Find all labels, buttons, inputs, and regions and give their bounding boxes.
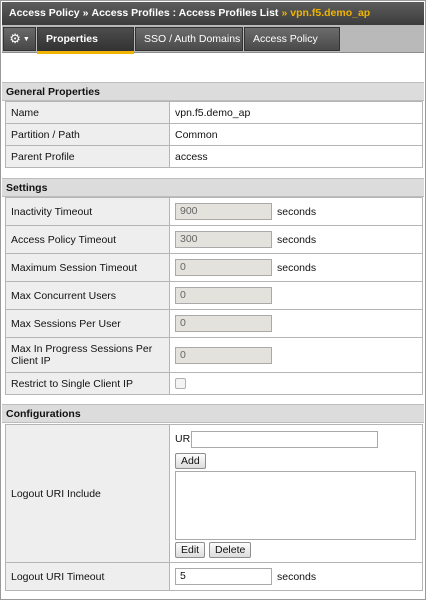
gear-icon: ⚙ xyxy=(9,31,21,46)
section-general-properties: General Properties xyxy=(2,82,424,101)
restrict-single-client-ip-checkbox[interactable] xyxy=(175,378,186,389)
maximum-session-timeout-unit: seconds xyxy=(277,261,317,274)
parent-profile-value: access xyxy=(175,150,208,163)
add-button[interactable]: Add xyxy=(175,453,206,469)
name-value: vpn.f5.demo_ap xyxy=(175,106,251,119)
breadcrumb-current: vpn.f5.demo_ap xyxy=(290,7,371,19)
breadcrumb-access-policy[interactable]: Access Policy xyxy=(9,7,80,19)
max-in-progress-sessions-input[interactable]: 0 xyxy=(175,346,272,364)
tab-access-policy[interactable]: Access Policy xyxy=(244,27,340,51)
row-max-sessions-per-user: Max Sessions Per User 0 xyxy=(6,310,422,338)
max-concurrent-users-cell: 0 xyxy=(170,282,422,309)
max-concurrent-users-input[interactable]: 0 xyxy=(175,287,272,304)
max-concurrent-users-label: Max Concurrent Users xyxy=(6,282,170,309)
row-restrict-single-client-ip: Restrict to Single Client IP xyxy=(6,373,422,395)
breadcrumb-access-profiles-list[interactable]: Access Profiles : Access Profiles List xyxy=(91,7,278,19)
max-sessions-per-user-cell: 0 xyxy=(170,310,422,337)
configurations-table: Logout URI Include URI Add Edit Delete L… xyxy=(5,424,423,591)
row-partition-path: Partition / Path Common xyxy=(6,124,422,146)
partition-path-value: Common xyxy=(175,128,218,141)
section-configurations: Configurations xyxy=(2,404,424,423)
general-properties-table: Name vpn.f5.demo_ap Partition / Path Com… xyxy=(5,101,423,168)
logout-uri-timeout-unit: seconds xyxy=(277,570,317,583)
row-inactivity-timeout: Inactivity Timeout 900 seconds xyxy=(6,198,422,226)
row-parent-profile: Parent Profile access xyxy=(6,146,422,168)
window-frame: Access Policy» Access Profiles : Access P… xyxy=(0,0,426,600)
breadcrumb-separator: » xyxy=(281,7,288,19)
uri-input[interactable] xyxy=(191,431,378,448)
logout-uri-timeout-cell: 5 seconds xyxy=(170,563,422,590)
max-sessions-per-user-input[interactable]: 0 xyxy=(175,315,272,332)
row-access-policy-timeout: Access Policy Timeout 300 seconds xyxy=(6,226,422,254)
settings-table: Inactivity Timeout 900 seconds Access Po… xyxy=(5,197,423,395)
access-policy-timeout-cell: 300 seconds xyxy=(170,226,422,253)
breadcrumb-separator: » xyxy=(82,7,89,19)
breadcrumb: Access Policy» Access Profiles : Access P… xyxy=(2,2,424,25)
delete-button[interactable]: Delete xyxy=(209,542,252,558)
max-sessions-per-user-label: Max Sessions Per User xyxy=(6,310,170,337)
maximum-session-timeout-cell: 0 seconds xyxy=(170,254,422,281)
maximum-session-timeout-input[interactable]: 0 xyxy=(175,259,272,276)
inactivity-timeout-unit: seconds xyxy=(277,205,317,218)
name-label: Name xyxy=(6,102,170,123)
logout-uri-timeout-input[interactable]: 5 xyxy=(175,568,272,585)
row-name: Name vpn.f5.demo_ap xyxy=(6,102,422,124)
restrict-single-client-ip-label: Restrict to Single Client IP xyxy=(6,373,170,394)
row-logout-uri-timeout: Logout URI Timeout 5 seconds xyxy=(6,563,422,591)
row-max-in-progress-sessions: Max In Progress Sessions Per Client IP 0 xyxy=(6,338,422,373)
logout-uri-include-cell: URI Add Edit Delete xyxy=(170,425,422,562)
chevron-down-icon: ▼ xyxy=(22,35,30,43)
row-logout-uri-include: Logout URI Include URI Add Edit Delete xyxy=(6,425,422,563)
inactivity-timeout-input[interactable]: 900 xyxy=(175,203,272,220)
tab-properties[interactable]: Properties xyxy=(37,27,134,54)
edit-button[interactable]: Edit xyxy=(175,542,206,558)
inactivity-timeout-cell: 900 seconds xyxy=(170,198,422,225)
gear-menu-button[interactable]: ⚙ ▼ xyxy=(3,27,36,51)
partition-path-label: Partition / Path xyxy=(6,124,170,145)
parent-profile-label: Parent Profile xyxy=(6,146,170,167)
tab-sso-auth-domains[interactable]: SSO / Auth Domains xyxy=(135,27,243,51)
maximum-session-timeout-label: Maximum Session Timeout xyxy=(6,254,170,281)
row-maximum-session-timeout: Maximum Session Timeout 0 seconds xyxy=(6,254,422,282)
inactivity-timeout-label: Inactivity Timeout xyxy=(6,198,170,225)
tab-bar: ⚙ ▼ Properties SSO / Auth Domains Access … xyxy=(2,25,424,54)
access-policy-timeout-unit: seconds xyxy=(277,233,317,246)
restrict-single-client-ip-cell xyxy=(170,373,422,394)
logout-uri-timeout-label: Logout URI Timeout xyxy=(6,563,170,590)
logout-uri-list[interactable] xyxy=(175,471,416,540)
max-in-progress-sessions-label: Max In Progress Sessions Per Client IP xyxy=(6,338,170,372)
row-max-concurrent-users: Max Concurrent Users 0 xyxy=(6,282,422,310)
access-policy-timeout-label: Access Policy Timeout xyxy=(6,226,170,253)
section-settings: Settings xyxy=(2,178,424,197)
logout-uri-include-label: Logout URI Include xyxy=(6,425,170,562)
max-in-progress-sessions-cell: 0 xyxy=(170,338,422,372)
access-policy-timeout-input[interactable]: 300 xyxy=(175,231,272,248)
